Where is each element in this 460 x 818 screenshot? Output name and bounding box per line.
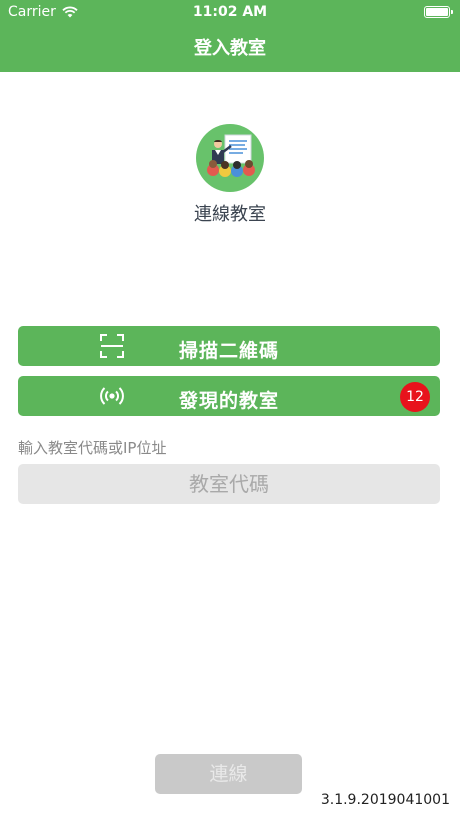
app-name: 連線教室 (194, 204, 266, 225)
discovered-classrooms-button[interactable]: 發現的教室 12 (18, 376, 440, 416)
classroom-code-label: 輸入教室代碼或IP位址 (18, 439, 167, 457)
battery-icon (424, 6, 453, 18)
classroom-code-input[interactable] (18, 464, 440, 504)
version-label: 3.1.9.2019041001 (320, 792, 450, 808)
discovered-classrooms-label: 發現的教室 (178, 390, 279, 412)
page-title: 登入教室 (194, 38, 266, 59)
scan-qr-label: 掃描二維碼 (178, 340, 279, 362)
scan-qr-button[interactable]: 掃描二維碼 (18, 326, 440, 366)
status-bar: Carrier 11:02 AM (0, 0, 460, 24)
connect-button[interactable]: 連線 (155, 754, 302, 794)
classroom-logo-icon (196, 124, 264, 192)
classroom-count-badge: 12 (400, 382, 430, 412)
clock: 11:02 AM (192, 4, 268, 20)
navigation-bar: Carrier 11:02 AM 登入教室 (0, 0, 460, 72)
